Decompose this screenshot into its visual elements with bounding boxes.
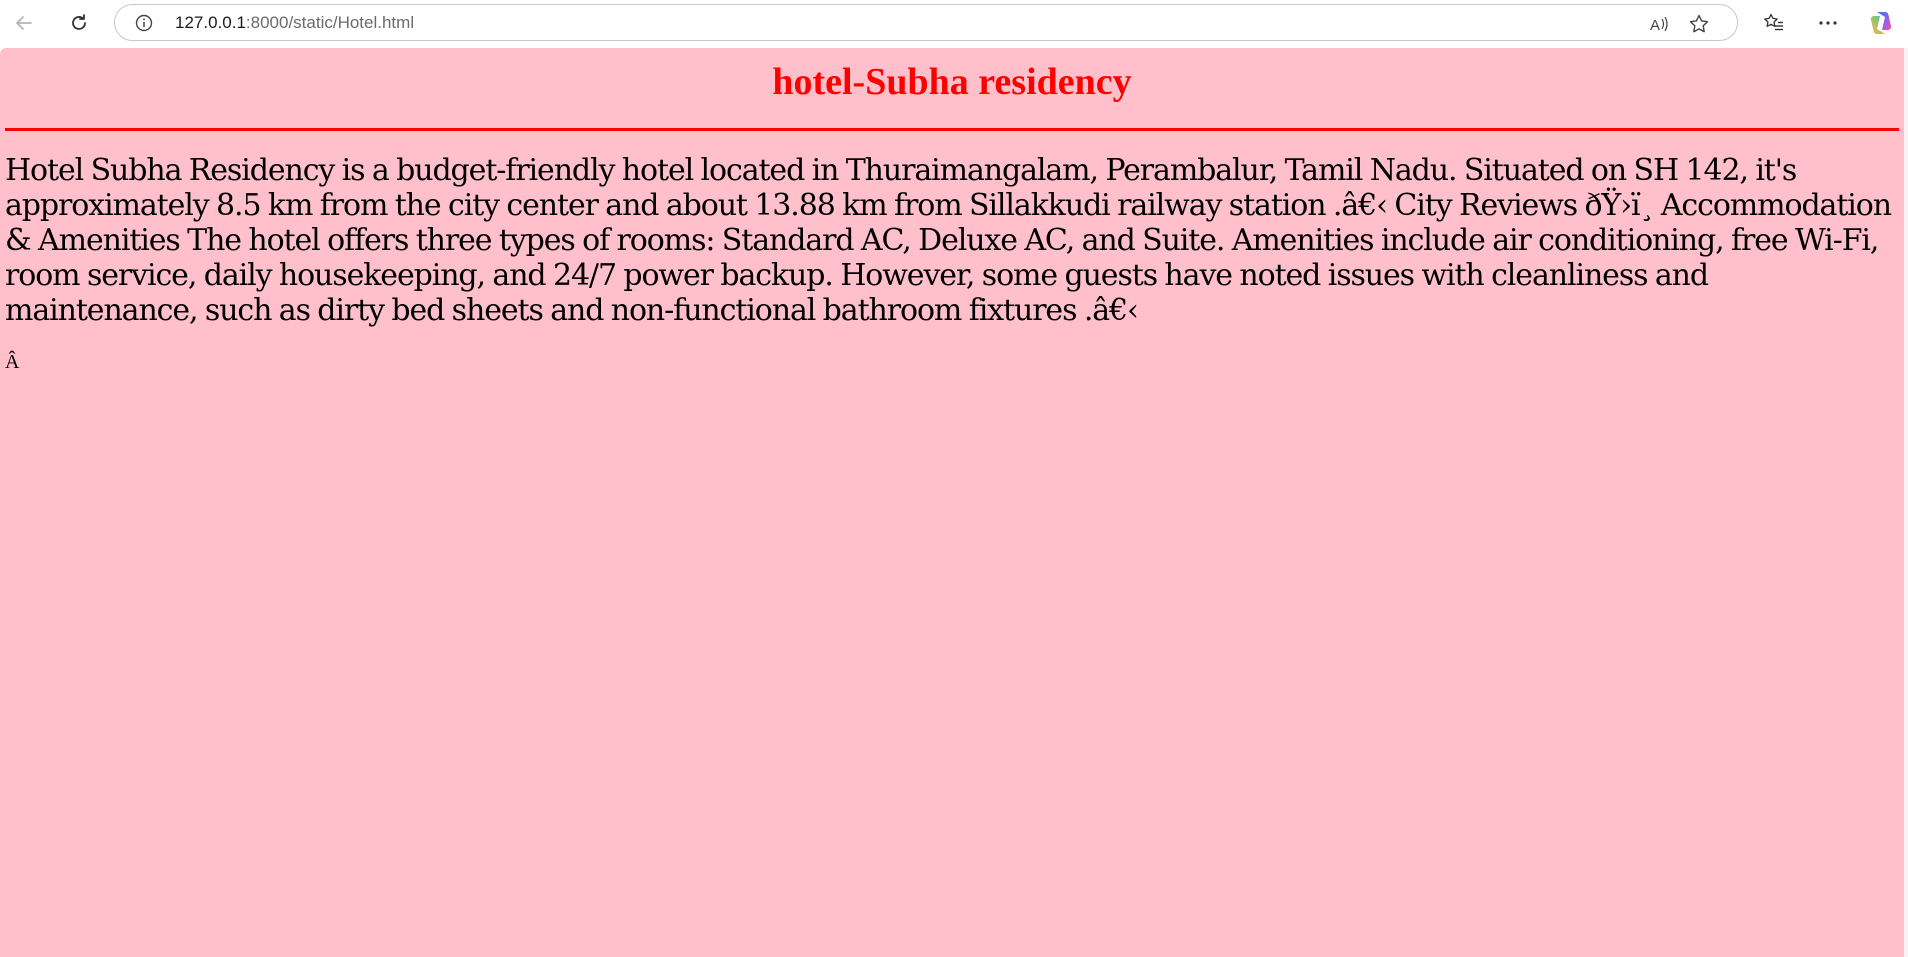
favorites-button[interactable] bbox=[1758, 7, 1790, 39]
refresh-button[interactable] bbox=[63, 7, 95, 39]
svg-text:A: A bbox=[1650, 17, 1660, 34]
favorites-list-icon bbox=[1763, 12, 1785, 34]
favorite-star-icon[interactable] bbox=[1688, 13, 1710, 35]
back-button[interactable] bbox=[8, 7, 40, 39]
page-content: hotel-Subha residency Hotel Subha Reside… bbox=[0, 48, 1904, 957]
back-arrow-icon bbox=[14, 13, 34, 33]
url-path: :8000/static/Hotel.html bbox=[245, 13, 415, 32]
refresh-icon bbox=[69, 13, 89, 33]
page-title: hotel-Subha residency bbox=[772, 61, 1132, 103]
title-divider bbox=[5, 128, 1899, 131]
info-icon[interactable] bbox=[135, 14, 153, 32]
address-bar[interactable]: 127.0.0.1:8000/static/Hotel.html A bbox=[114, 4, 1738, 41]
browser-toolbar: 127.0.0.1:8000/static/Hotel.html A bbox=[0, 0, 1908, 46]
more-options-button[interactable] bbox=[1812, 7, 1844, 39]
url-host: 127.0.0.1 bbox=[175, 13, 246, 32]
read-aloud-icon[interactable]: A bbox=[1648, 13, 1670, 35]
url-text[interactable]: 127.0.0.1:8000/static/Hotel.html bbox=[175, 13, 414, 33]
copilot-icon[interactable] bbox=[1868, 10, 1894, 36]
window-edge bbox=[1904, 48, 1908, 957]
stray-character: Â bbox=[5, 351, 20, 373]
more-options-icon bbox=[1817, 12, 1839, 34]
hotel-description: Hotel Subha Residency is a budget-friend… bbox=[5, 153, 1892, 328]
